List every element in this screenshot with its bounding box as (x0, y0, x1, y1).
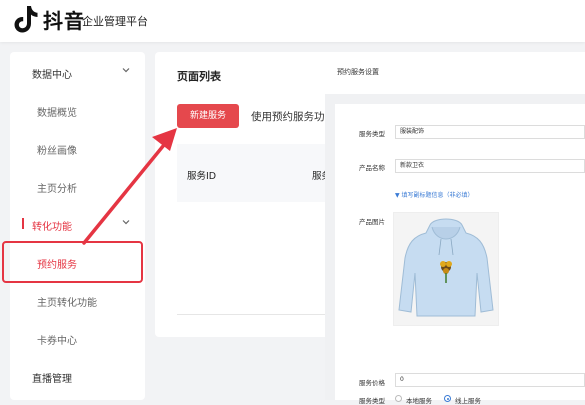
sidebar-item-homepage-conversion[interactable]: 主页转化功能 (10, 282, 145, 318)
divider (177, 314, 335, 315)
highlight-box (2, 241, 143, 283)
radio-online-service[interactable] (444, 395, 451, 402)
new-service-button[interactable]: 新建服务 (177, 104, 239, 128)
sidebar-item-fan-profile[interactable]: 粉丝画像 (10, 130, 145, 166)
sidebar-item-homepage-analysis[interactable]: 主页分析 (10, 168, 145, 204)
price-label: 服务价格 (359, 379, 385, 387)
drawer-form: 服务类型 服装配饰 产品名称 新款卫衣 ▼ 填写副标题信息（非必填） 产品图片 … (335, 104, 585, 405)
radio-label: 本地服务 (406, 397, 432, 405)
column-header-service-id: 服务ID (187, 171, 217, 182)
price-field[interactable]: 0 (395, 373, 585, 387)
expand-subtitle-link[interactable]: ▼ 填写副标题信息（非必填） (395, 190, 474, 199)
reservation-tab[interactable]: 使用预约服务功 (251, 109, 325, 124)
service-type-label: 服务类型 (359, 130, 385, 138)
sidebar-item-label: 卡券中心 (37, 336, 77, 347)
sidebar-item-label: 主页转化功能 (37, 298, 97, 309)
sidebar-item-live-management[interactable]: 直播管理 (10, 358, 145, 394)
drawer-header: 预约服务设置 (325, 52, 585, 94)
sidebar-item-coupon-center[interactable]: 卡券中心 (10, 320, 145, 356)
service-type-field[interactable]: 服装配饰 (395, 125, 585, 139)
product-name-label: 产品名称 (359, 164, 385, 172)
page-title: 页面列表 (177, 70, 221, 83)
radio-local-service[interactable] (395, 395, 402, 402)
chevron-down-icon (122, 68, 130, 73)
sidebar: 数据中心 数据概览 粉丝画像 主页分析 转化功能 预约服务 主页转化功能 卡券中… (10, 52, 145, 400)
brand-name: 抖音 (43, 9, 85, 33)
sidebar-item-data-overview[interactable]: 数据概览 (10, 92, 145, 128)
drawer-title: 预约服务设置 (337, 68, 379, 76)
product-image-label: 产品图片 (359, 218, 385, 226)
service-mode-label: 服务类型 (359, 397, 385, 405)
radio-label: 线上服务 (455, 397, 481, 405)
douyin-logo-icon (14, 6, 38, 33)
sidebar-item-label: 直播管理 (32, 374, 72, 385)
sidebar-item-label: 粉丝画像 (37, 146, 77, 157)
product-name-field[interactable]: 新款卫衣 (395, 159, 585, 173)
active-indicator (22, 218, 24, 229)
reservation-settings-drawer: 预约服务设置 服务类型 服装配饰 产品名称 新款卫衣 ▼ 填写副标题信息（非必填… (325, 52, 585, 405)
sidebar-item-label: 主页分析 (37, 184, 77, 195)
sidebar-item-label: 数据概览 (37, 108, 77, 119)
hoodie-image (398, 218, 494, 317)
sidebar-item-label: 转化功能 (32, 222, 72, 233)
chevron-down-icon (122, 220, 130, 225)
table-header: 服务ID 服务 (177, 144, 335, 202)
sidebar-item-data-center[interactable]: 数据中心 (10, 54, 145, 90)
brand-subtitle: 企业管理平台 (82, 15, 148, 28)
sidebar-item-conversion[interactable]: 转化功能 (10, 206, 145, 242)
top-header: 抖音 企业管理平台 (0, 0, 585, 42)
product-image[interactable] (393, 212, 499, 326)
sidebar-item-label: 数据中心 (32, 70, 72, 81)
page-list-panel: 页面列表 新建服务 使用预约服务功 服务ID 服务 (155, 52, 335, 337)
